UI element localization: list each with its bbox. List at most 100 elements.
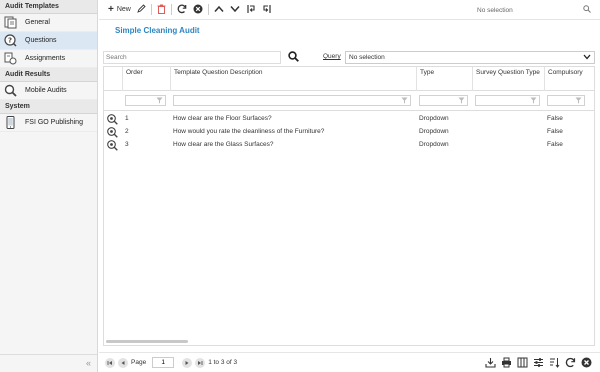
filter-survey-question-type[interactable]	[475, 95, 540, 106]
sidebar-header-audit-results: Audit Results	[0, 68, 97, 82]
grid-header: Order Template Question Description Type…	[104, 67, 594, 91]
filter-description[interactable]	[173, 95, 411, 106]
cell-type: Dropdown	[419, 128, 449, 135]
sort-icon[interactable]	[549, 357, 560, 368]
table-row[interactable]: 2 How would you rate the cleanliness of …	[104, 126, 594, 139]
cell-order: 3	[125, 141, 129, 148]
search-icon	[287, 51, 299, 64]
cell-description: How would you rate the cleanliness of th…	[173, 128, 325, 135]
undo-icon	[246, 4, 256, 16]
filter-type[interactable]	[419, 95, 468, 106]
first-page-button[interactable]	[105, 357, 115, 368]
cell-type: Dropdown	[419, 115, 449, 122]
last-page-icon	[198, 360, 203, 365]
table-row[interactable]: 3 How clear are the Glass Surfaces? Drop…	[104, 139, 594, 152]
search-input[interactable]	[103, 51, 281, 64]
refresh-icon[interactable]	[565, 357, 576, 368]
filter-compulsory[interactable]	[547, 95, 585, 106]
horizontal-scrollbar[interactable]	[106, 340, 188, 343]
undo-button[interactable]	[243, 3, 259, 17]
sidebar-item-label: General	[25, 19, 50, 26]
sidebar-footer: «	[0, 354, 97, 372]
column-header-survey-question-type[interactable]: Survey Question Type	[472, 67, 544, 91]
cell-description: How clear are the Glass Surfaces?	[173, 141, 274, 148]
toolbar: + New No selection	[99, 0, 600, 20]
previous-page-icon	[121, 360, 125, 365]
page-title: Simple Cleaning Audit	[115, 26, 200, 35]
sidebar-item-label: Assignments	[25, 55, 66, 62]
close-circle-icon	[193, 4, 203, 16]
query-link[interactable]: Query	[323, 53, 341, 60]
toolbar-divider	[170, 4, 172, 15]
next-page-icon	[185, 360, 189, 365]
sidebar-item-label: FSI GO Publishing	[25, 119, 83, 126]
sidebar-item-assignments[interactable]: Assignments	[0, 50, 97, 68]
next-page-button[interactable]	[182, 357, 193, 368]
move-up-button[interactable]	[211, 3, 227, 17]
search-icon	[583, 5, 591, 15]
sidebar: Audit Templates General ? Questions Assi…	[0, 0, 98, 372]
mobile-icon	[4, 116, 17, 129]
cell-type: Dropdown	[419, 141, 449, 148]
chevron-down-icon	[583, 54, 591, 62]
print-icon[interactable]	[501, 357, 512, 368]
assignment-icon	[4, 52, 17, 65]
toolbar-divider	[207, 4, 209, 15]
pencil-icon	[137, 4, 146, 15]
close-circle-icon[interactable]	[581, 357, 592, 368]
view-detail-icon[interactable]	[107, 140, 118, 151]
cell-description: How clear are the Floor Surfaces?	[173, 115, 272, 122]
export-icon[interactable]	[485, 357, 496, 368]
table-row[interactable]: 1 How clear are the Floor Surfaces? Drop…	[104, 113, 594, 126]
toolbar-search-value: No selection	[477, 6, 513, 14]
previous-page-button[interactable]	[118, 357, 128, 368]
redo-icon	[262, 4, 272, 16]
columns-icon[interactable]	[517, 357, 528, 368]
grid-actions	[480, 357, 592, 368]
sidebar-header-system: System	[0, 100, 97, 114]
questions-grid: Order Template Question Description Type…	[103, 66, 595, 346]
filter-icon	[575, 97, 582, 104]
redo-button[interactable]	[259, 3, 275, 17]
view-detail-icon[interactable]	[107, 114, 118, 125]
column-header-description[interactable]: Template Question Description	[170, 67, 416, 91]
sidebar-item-mobile-audits[interactable]: Mobile Audits	[0, 82, 97, 100]
view-detail-icon[interactable]	[107, 127, 118, 138]
filter-order[interactable]	[125, 95, 166, 106]
cancel-button[interactable]	[190, 3, 206, 17]
edit-button[interactable]	[134, 3, 149, 17]
collapse-sidebar-button[interactable]: «	[86, 358, 91, 368]
sidebar-item-label: Questions	[25, 37, 57, 44]
column-header-type[interactable]: Type	[416, 67, 472, 91]
sidebar-item-general[interactable]: General	[0, 14, 97, 32]
filter-icon	[458, 97, 465, 104]
refresh-button[interactable]	[174, 3, 190, 17]
sidebar-item-questions[interactable]: ? Questions	[0, 32, 97, 50]
last-page-button[interactable]	[195, 357, 206, 368]
plus-icon: +	[108, 3, 114, 15]
cell-order: 2	[125, 128, 129, 135]
document-icon	[4, 16, 17, 29]
filter-row	[104, 91, 594, 111]
sidebar-item-fsi-go-publishing[interactable]: FSI GO Publishing	[0, 114, 97, 132]
column-header-order[interactable]: Order	[122, 67, 170, 91]
new-button[interactable]: + New	[105, 3, 134, 17]
toolbar-divider	[150, 4, 152, 15]
column-header-compulsory[interactable]: Compulsory	[544, 67, 594, 91]
query-select[interactable]: No selection	[345, 51, 595, 64]
question-icon: ?	[4, 34, 17, 47]
toolbar-search-box[interactable]: No selection	[474, 4, 594, 16]
cell-order: 1	[125, 115, 129, 122]
first-page-icon	[107, 360, 112, 365]
move-down-button[interactable]	[227, 3, 243, 17]
sidebar-header-audit-templates: Audit Templates	[0, 0, 97, 14]
search-button[interactable]	[287, 51, 299, 64]
query-selected-value: No selection	[349, 54, 385, 61]
magnifier-icon	[4, 84, 17, 97]
chevron-up-icon	[214, 5, 224, 15]
new-button-label: New	[116, 6, 131, 13]
delete-button[interactable]	[154, 3, 169, 17]
chevron-down-icon	[230, 5, 240, 15]
settings-sliders-icon[interactable]	[533, 357, 544, 368]
page-number-input[interactable]	[152, 357, 175, 368]
